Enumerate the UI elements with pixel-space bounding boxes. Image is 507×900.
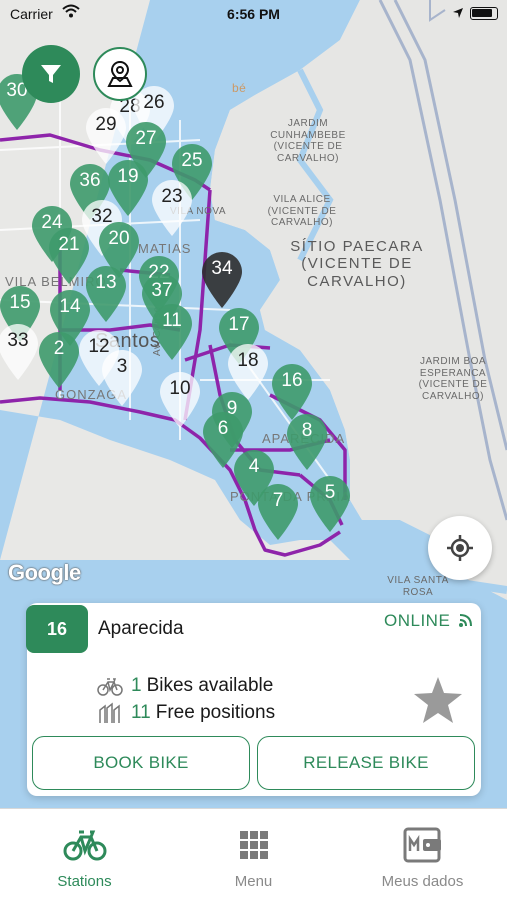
tab-stations[interactable]: Stations xyxy=(0,809,169,900)
dock-icon xyxy=(97,702,123,724)
bikes-available-count: 1 xyxy=(131,675,142,696)
station-pin-number: 17 xyxy=(228,314,250,335)
station-pin[interactable]: 33 xyxy=(0,322,40,382)
station-id-badge: 16 xyxy=(26,605,88,653)
station-pin-number: 5 xyxy=(324,482,336,503)
grid-icon xyxy=(169,831,338,859)
station-pin-number: 21 xyxy=(58,234,80,255)
station-pin-number: 26 xyxy=(143,92,165,113)
free-positions-row: 11 Free positions xyxy=(97,702,275,724)
wallet-card-icon xyxy=(338,827,507,863)
station-pin[interactable]: 2 xyxy=(37,330,81,390)
map-label-vila-santa-rosa: VILA SANTA ROSA xyxy=(387,575,449,598)
station-card[interactable]: 16 Aparecida ONLINE 1 Bikes available 11… xyxy=(26,603,481,796)
station-pin-number: 33 xyxy=(7,330,29,351)
station-pin-number: 14 xyxy=(59,296,81,317)
map-label-jardim-cunhambebe: JARDIM CUNHAMBEBE (VICENTE DE CARVALHO) xyxy=(270,118,346,164)
bike-icon xyxy=(0,825,169,863)
station-pin-number: 11 xyxy=(162,310,182,331)
station-pin[interactable]: 11 xyxy=(150,302,194,362)
station-pin[interactable]: 29 xyxy=(84,106,128,166)
battery-icon xyxy=(470,7,498,20)
map-pin-icon xyxy=(107,60,133,87)
bikes-available-row: 1 Bikes available xyxy=(97,675,273,697)
tab-stations-label: Stations xyxy=(57,873,112,890)
station-pin-number: 2 xyxy=(53,338,65,359)
station-pin-number: 19 xyxy=(117,166,139,187)
map-label-sitio-paecara: SÍTIO PAECARA (VICENTE DE CARVALHO) xyxy=(290,238,424,290)
crosshair-icon xyxy=(447,535,473,561)
location-arrow-icon xyxy=(452,6,464,22)
map-label-vila-alice: VILA ALICE (VICENTE DE CARVALHO) xyxy=(267,194,337,228)
station-status: ONLINE xyxy=(384,611,451,630)
station-pin[interactable]: 5 xyxy=(308,474,352,534)
free-positions-count: 11 xyxy=(131,702,151,723)
release-bike-button[interactable]: RELEASE BIKE xyxy=(257,736,475,790)
tab-bar: Stations Menu Meus dados xyxy=(0,808,507,900)
station-pin-number: 15 xyxy=(9,292,31,313)
station-pin[interactable]: 34 xyxy=(200,250,244,310)
station-pin-number: 27 xyxy=(135,128,157,149)
station-pin-number: 8 xyxy=(301,420,313,441)
signal-icon xyxy=(458,614,472,633)
status-bar: Carrier 6:56 PM xyxy=(0,0,507,28)
station-pin-number: 25 xyxy=(181,150,203,171)
station-name: Aparecida xyxy=(98,618,184,639)
station-pin[interactable]: 10 xyxy=(158,370,202,430)
station-pin-number: 29 xyxy=(95,114,117,135)
station-pin[interactable]: 7 xyxy=(256,482,300,542)
map-label-jardim-boa-esperanca: JARDIM BOA ESPERANCA (VICENTE DE CARVALH… xyxy=(418,356,488,402)
station-pin[interactable]: 23 xyxy=(150,178,194,238)
free-positions-label: Free positions xyxy=(155,702,276,723)
station-pin-number: 37 xyxy=(151,280,173,301)
filter-button[interactable] xyxy=(22,45,80,103)
station-pin-number: 23 xyxy=(161,186,183,207)
station-pin-number: 16 xyxy=(281,370,303,391)
tab-menu[interactable]: Menu xyxy=(169,809,338,900)
tab-menu-label: Menu xyxy=(234,873,273,890)
station-pin-number: 10 xyxy=(169,378,191,399)
favorite-star-icon[interactable] xyxy=(413,676,463,729)
clock: 6:56 PM xyxy=(227,6,280,22)
station-pin-number: 7 xyxy=(272,490,284,511)
map-label-be: bé xyxy=(232,81,247,95)
bikes-available-label: Bikes available xyxy=(146,675,274,696)
station-pin-number: 34 xyxy=(211,258,233,279)
my-location-button[interactable] xyxy=(428,516,492,580)
google-logo: Google xyxy=(8,560,81,585)
station-pin-number: 4 xyxy=(248,456,260,477)
filter-icon xyxy=(41,65,61,83)
station-pin[interactable]: 8 xyxy=(285,412,329,472)
tab-meus-dados-label: Meus dados xyxy=(381,873,464,890)
book-bike-button[interactable]: BOOK BIKE xyxy=(32,736,250,790)
station-pin-number: 20 xyxy=(108,228,130,249)
station-pin-number: 6 xyxy=(217,418,229,439)
bike-outline-icon xyxy=(97,675,123,697)
station-pin[interactable]: 3 xyxy=(100,348,144,408)
tab-meus-dados[interactable]: Meus dados xyxy=(338,809,507,900)
map-view-button[interactable] xyxy=(93,47,147,101)
station-pin-number: 3 xyxy=(116,356,128,377)
station-pin-number: 18 xyxy=(237,350,259,371)
